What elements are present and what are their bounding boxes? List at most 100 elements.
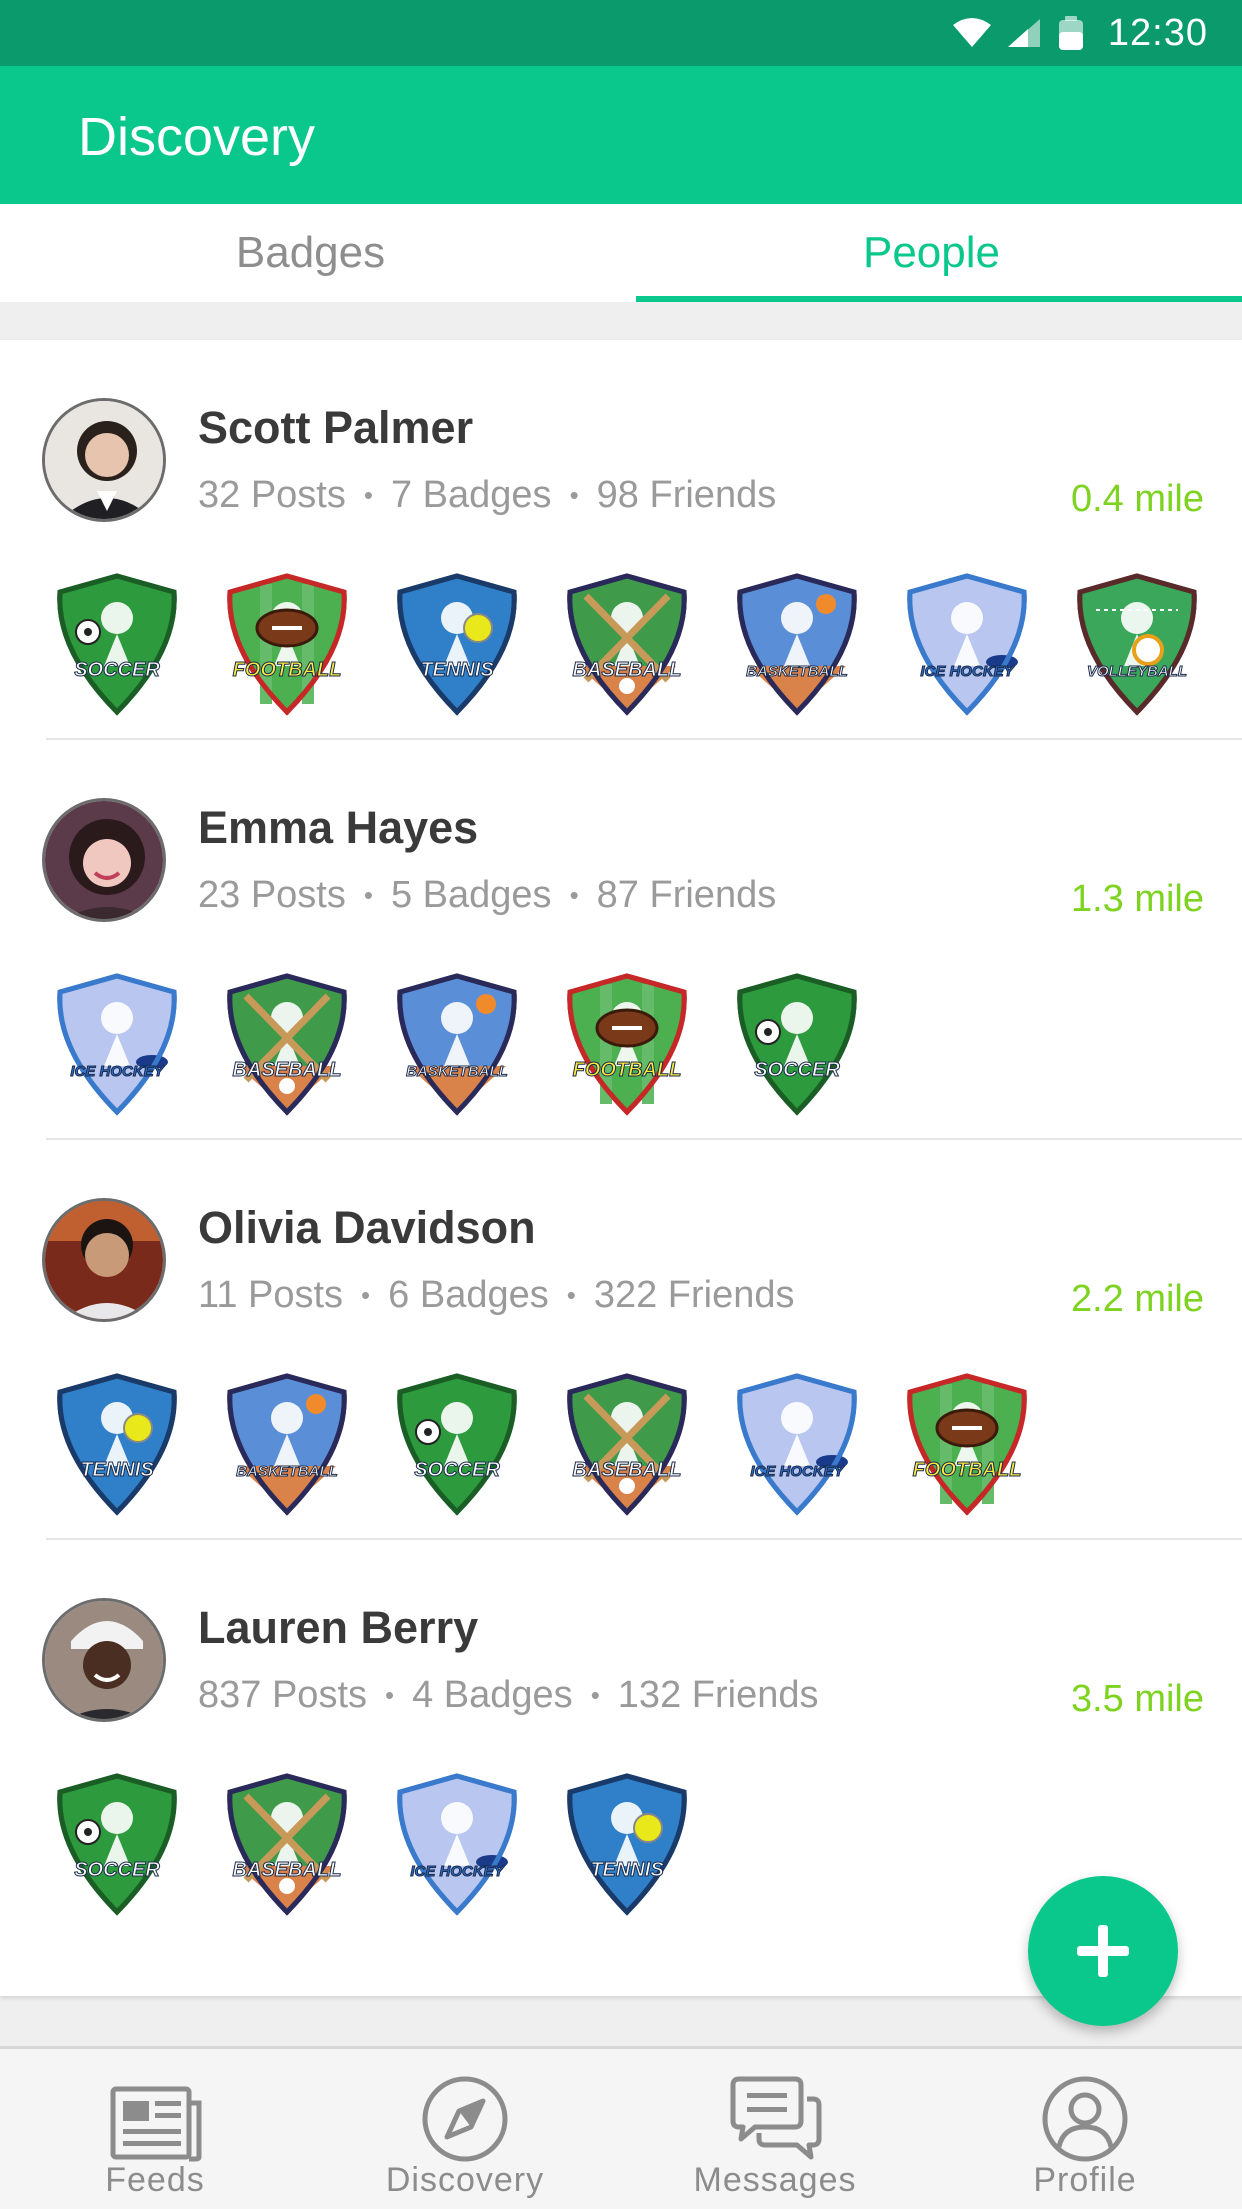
basketball-badge-icon[interactable]: BASKETBALL: [216, 1370, 358, 1518]
volleyball-badge-icon[interactable]: VOLLEYBALL: [1066, 570, 1208, 718]
content-gap: [0, 302, 1242, 340]
ice-hockey-badge-icon[interactable]: ICE HOCKEY: [46, 970, 188, 1118]
soccer-badge-icon[interactable]: SOCCER: [726, 970, 868, 1118]
nav-label: Discovery: [385, 2161, 545, 2199]
person-name[interactable]: Olivia Davidson: [198, 1202, 536, 1254]
avatar[interactable]: [42, 1598, 166, 1722]
soccer-badge-icon[interactable]: SOCCER: [386, 1370, 528, 1518]
nav-feeds[interactable]: Feeds: [0, 2049, 310, 2209]
svg-text:FOOTBALL: FOOTBALL: [913, 1459, 1022, 1481]
badge-row: SOCCER FOOTBALL TENNIS BASEBALL BASKETBA…: [46, 570, 1208, 718]
avatar[interactable]: [42, 398, 166, 522]
badge-row: SOCCER BASEBALL ICE HOCKEY TENNIS: [46, 1770, 698, 1918]
tennis-badge-icon[interactable]: TENNIS: [386, 570, 528, 718]
distance: 0.4 mile: [1070, 478, 1204, 520]
status-icons: 12:30: [952, 10, 1208, 56]
nav-label: Feeds: [105, 2161, 205, 2199]
ice-hockey-badge-icon[interactable]: ICE HOCKEY: [896, 570, 1038, 718]
football-badge-icon[interactable]: FOOTBALL: [556, 970, 698, 1118]
posts-count: 23 Posts: [198, 874, 346, 916]
avatar[interactable]: [42, 798, 166, 922]
svg-text:VOLLEYBALL: VOLLEYBALL: [1087, 663, 1187, 680]
friends-count: 132 Friends: [617, 1674, 819, 1716]
svg-text:BASKETBALL: BASKETBALL: [746, 663, 848, 680]
badges-count: 5 Badges: [390, 874, 552, 916]
person-card[interactable]: Scott Palmer 32 Posts • 7 Badges • 98 Frie…: [0, 340, 1242, 740]
svg-text:ICE HOCKEY: ICE HOCKEY: [750, 1463, 845, 1480]
friends-count: 87 Friends: [596, 874, 777, 916]
svg-text:TENNIS: TENNIS: [420, 659, 494, 681]
posts-count: 11 Posts: [198, 1274, 344, 1316]
badges-count: 6 Badges: [388, 1274, 549, 1316]
ice-hockey-badge-icon[interactable]: ICE HOCKEY: [726, 1370, 868, 1518]
posts-count: 32 Posts: [198, 474, 346, 516]
svg-text:TENNIS: TENNIS: [590, 1859, 664, 1881]
baseball-badge-icon[interactable]: BASEBALL: [216, 1770, 358, 1918]
newspaper-icon: [110, 2086, 202, 2162]
person-stats: 32 Posts • 7 Badges • 98 Friends: [198, 474, 776, 517]
separator-dot: •: [569, 880, 579, 910]
baseball-badge-icon[interactable]: BASEBALL: [556, 570, 698, 718]
badges-count: 7 Badges: [390, 474, 552, 516]
separator-dot: •: [569, 480, 579, 510]
tennis-badge-icon[interactable]: TENNIS: [556, 1770, 698, 1918]
svg-text:SOCCER: SOCCER: [74, 659, 160, 681]
svg-text:FOOTBALL: FOOTBALL: [573, 1059, 682, 1081]
soccer-badge-icon[interactable]: SOCCER: [46, 1770, 188, 1918]
chat-icon: [730, 2076, 822, 2160]
soccer-badge-icon[interactable]: SOCCER: [46, 570, 188, 718]
status-time: 12:30: [1107, 11, 1208, 54]
svg-text:BASEBALL: BASEBALL: [233, 1859, 342, 1881]
nav-label: Messages: [693, 2161, 857, 2199]
badge-row: ICE HOCKEY BASEBALL BASKETBALL FOOTBALL: [46, 970, 868, 1118]
baseball-badge-icon[interactable]: BASEBALL: [216, 970, 358, 1118]
football-badge-icon[interactable]: FOOTBALL: [896, 1370, 1038, 1518]
separator-dot: •: [363, 480, 373, 510]
page-title: Discovery: [78, 107, 316, 167]
separator-dot: •: [590, 1680, 600, 1710]
signal-icon: [1007, 19, 1040, 47]
status-bar: 12:30: [0, 0, 1242, 66]
svg-text:BASKETBALL: BASKETBALL: [236, 1463, 338, 1480]
svg-text:FOOTBALL: FOOTBALL: [233, 659, 342, 681]
battery-icon: [1058, 16, 1083, 50]
people-list[interactable]: Scott Palmer 32 Posts • 7 Badges • 98 Frie…: [0, 340, 1242, 1996]
football-badge-icon[interactable]: FOOTBALL: [216, 570, 358, 718]
person-name[interactable]: Emma Hayes: [198, 802, 478, 854]
basketball-badge-icon[interactable]: BASKETBALL: [726, 570, 868, 718]
distance: 2.2 mile: [1070, 1278, 1204, 1320]
badge-row: TENNIS BASKETBALL SOCCER BASEBALL ICE HO…: [46, 1370, 1038, 1518]
add-button[interactable]: [1028, 1876, 1178, 2026]
svg-text:ICE HOCKEY: ICE HOCKEY: [410, 1863, 505, 1880]
compass-icon: [422, 2076, 508, 2162]
person-card[interactable]: Emma Hayes 23 Posts • 5 Badges • 87 Friend…: [0, 740, 1242, 1140]
nav-profile[interactable]: Profile: [930, 2049, 1240, 2209]
person-card[interactable]: Lauren Berry 837 Posts • 4 Badges • 132 Fr…: [0, 1540, 1242, 1940]
avatar[interactable]: [42, 1198, 166, 1322]
separator-dot: •: [361, 1280, 371, 1310]
person-card[interactable]: Olivia Davidson 11 Posts • 6 Badges • 322 …: [0, 1140, 1242, 1540]
nav-messages[interactable]: Messages: [620, 2049, 930, 2209]
tab-people[interactable]: People: [621, 204, 1242, 302]
app-bar: Discovery: [0, 66, 1242, 204]
tab-badges[interactable]: Badges: [0, 204, 621, 302]
basketball-badge-icon[interactable]: BASKETBALL: [386, 970, 528, 1118]
bottom-nav: Feeds Discovery Messages Profile: [0, 2046, 1242, 2209]
nav-discovery[interactable]: Discovery: [310, 2049, 620, 2209]
svg-text:SOCCER: SOCCER: [74, 1859, 160, 1881]
tennis-badge-icon[interactable]: TENNIS: [46, 1370, 188, 1518]
svg-text:TENNIS: TENNIS: [80, 1459, 154, 1481]
plus-icon: [1077, 1925, 1129, 1977]
badges-count: 4 Badges: [412, 1674, 573, 1716]
distance: 3.5 mile: [1070, 1678, 1204, 1720]
ice-hockey-badge-icon[interactable]: ICE HOCKEY: [386, 1770, 528, 1918]
person-name[interactable]: Lauren Berry: [198, 1602, 478, 1654]
person-name[interactable]: Scott Palmer: [198, 402, 473, 454]
baseball-badge-icon[interactable]: BASEBALL: [556, 1370, 698, 1518]
friends-count: 322 Friends: [593, 1274, 795, 1316]
svg-text:ICE HOCKEY: ICE HOCKEY: [920, 663, 1015, 680]
svg-text:SOCCER: SOCCER: [754, 1059, 840, 1081]
svg-text:BASEBALL: BASEBALL: [233, 1059, 342, 1081]
svg-text:ICE HOCKEY: ICE HOCKEY: [70, 1063, 165, 1080]
svg-text:BASEBALL: BASEBALL: [573, 659, 682, 681]
